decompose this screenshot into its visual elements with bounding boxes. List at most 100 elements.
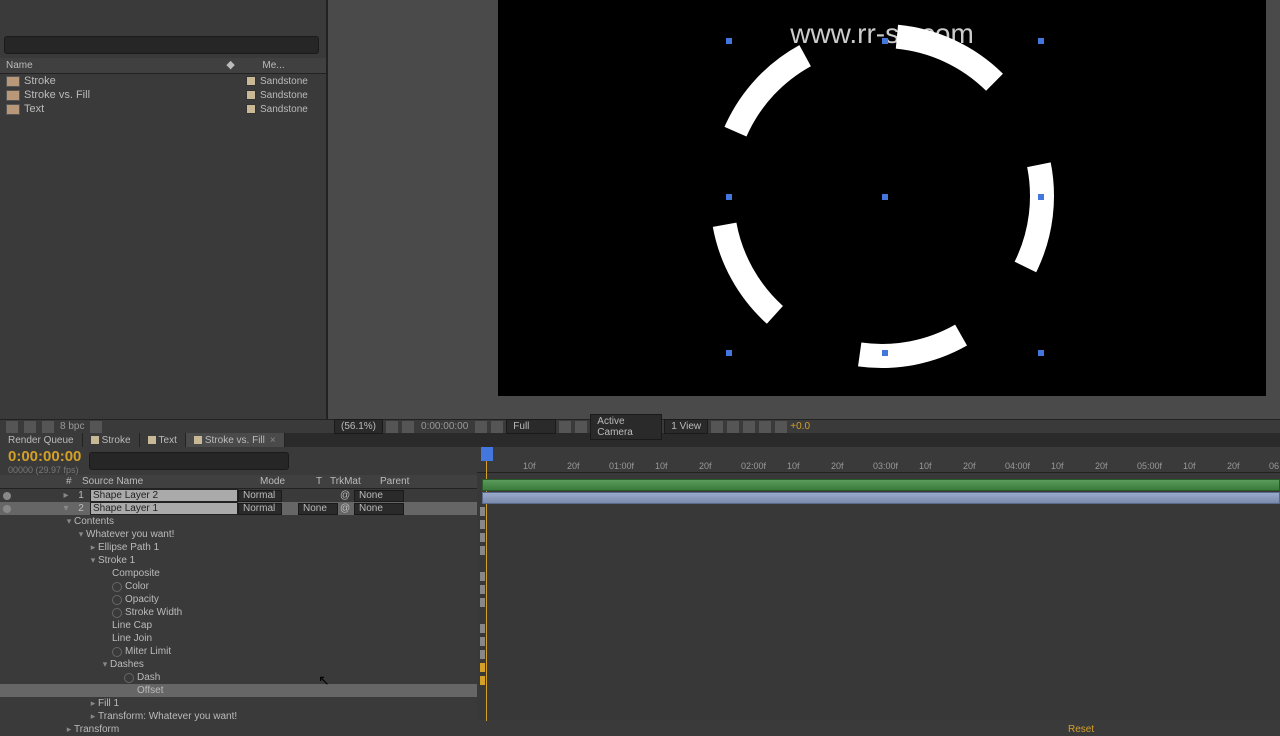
col-trkmat[interactable]: TrkMat <box>330 476 380 487</box>
time-ruler[interactable]: 10f 20f 01:00f 10f 20f 02:00f 10f 20f 03… <box>477 447 1280 473</box>
delete-icon[interactable] <box>90 421 102 433</box>
zoom-dropdown[interactable]: (56.1%) <box>334 419 383 434</box>
twirl-icon[interactable]: ▸ <box>60 490 72 501</box>
tab-text[interactable]: Text <box>140 433 186 447</box>
visibility-toggle[interactable] <box>3 492 11 500</box>
parent-dropdown[interactable]: None <box>354 490 404 502</box>
tab-stroke-vs-fill[interactable]: Stroke vs. Fill× <box>186 433 285 447</box>
twirl-icon[interactable]: ▾ <box>60 503 72 514</box>
snapshot-icon[interactable] <box>475 421 487 433</box>
col-source-name[interactable]: Source Name <box>80 476 260 487</box>
col-mode[interactable]: Mode <box>260 476 316 487</box>
bpc-label[interactable]: 8 bpc <box>60 421 84 432</box>
current-time-indicator[interactable] <box>481 447 493 461</box>
timeline-icon[interactable] <box>743 421 755 433</box>
preview-canvas[interactable]: www.rr-sc.com <box>498 0 1266 396</box>
layer-bar[interactable] <box>482 492 1280 504</box>
col-t[interactable]: T <box>316 476 330 487</box>
keyframe-marker[interactable] <box>480 676 485 685</box>
bbox-handle[interactable] <box>882 38 888 44</box>
bbox-handle[interactable] <box>1038 350 1044 356</box>
blend-mode-dropdown[interactable]: Normal <box>238 503 282 515</box>
ruler-tick: 01:00f <box>609 461 634 471</box>
twirl-icon[interactable]: ▸ <box>88 698 98 709</box>
col-type-icon[interactable] <box>241 58 261 73</box>
stopwatch-icon[interactable] <box>124 673 134 683</box>
parent-pickwhip-icon[interactable]: @ <box>340 503 354 514</box>
bbox-handle[interactable] <box>882 350 888 356</box>
new-folder-icon[interactable] <box>24 421 36 433</box>
visibility-toggle[interactable] <box>3 505 11 513</box>
blend-mode-dropdown[interactable]: Normal <box>238 490 282 502</box>
twirl-icon[interactable]: ▾ <box>100 659 110 670</box>
transparency-grid-icon[interactable] <box>575 421 587 433</box>
stopwatch-icon[interactable] <box>124 686 134 696</box>
keyframe-marker[interactable] <box>480 585 485 594</box>
grid-icon[interactable] <box>402 421 414 433</box>
ruler-tick: 04:00f <box>1005 461 1030 471</box>
keyframe-marker[interactable] <box>480 520 485 529</box>
twirl-icon[interactable]: ▾ <box>64 516 74 527</box>
stopwatch-icon[interactable] <box>112 608 122 618</box>
current-timecode[interactable]: 0:00:00:00 <box>8 448 81 465</box>
bbox-handle[interactable] <box>1038 38 1044 44</box>
keyframe-marker[interactable] <box>480 637 485 646</box>
tab-stroke[interactable]: Stroke <box>83 433 140 447</box>
keyframe-marker[interactable] <box>480 650 485 659</box>
interpret-footage-icon[interactable] <box>6 421 18 433</box>
twirl-icon[interactable]: ▸ <box>64 724 74 735</box>
channel-icon[interactable] <box>491 421 503 433</box>
project-item[interactable]: Text Sandstone <box>0 102 326 116</box>
col-name[interactable]: Name <box>0 58 221 73</box>
timeline-search-input[interactable] <box>89 452 289 470</box>
col-label-icon[interactable]: ◆ <box>221 58 241 73</box>
resolution-dropdown[interactable]: Full <box>506 419 556 434</box>
twirl-icon[interactable]: ▸ <box>88 542 98 553</box>
new-comp-icon[interactable] <box>42 421 54 433</box>
flowchart-icon[interactable] <box>759 421 771 433</box>
timeline-graph-area[interactable]: 10f 20f 01:00f 10f 20f 02:00f 10f 20f 03… <box>477 447 1280 720</box>
bbox-handle[interactable] <box>726 194 732 200</box>
close-icon[interactable]: × <box>270 435 276 446</box>
col-parent[interactable]: Parent <box>380 476 470 487</box>
keyframe-marker[interactable] <box>480 546 485 555</box>
col-meta[interactable]: Me... <box>260 58 326 73</box>
property-row[interactable]: ▸TransformReset <box>0 723 1280 736</box>
view-layout-dropdown[interactable]: 1 View <box>664 419 708 434</box>
stopwatch-icon[interactable] <box>112 647 122 657</box>
stopwatch-icon[interactable] <box>112 582 122 592</box>
keyframe-marker[interactable] <box>480 572 485 581</box>
twirl-icon[interactable]: ▾ <box>88 555 98 566</box>
keyframe-marker[interactable] <box>480 598 485 607</box>
preview-timecode[interactable]: 0:00:00:00 <box>417 421 472 432</box>
layer-bar[interactable] <box>482 479 1280 491</box>
keyframe-marker[interactable] <box>480 507 485 516</box>
project-item[interactable]: Stroke vs. Fill Sandstone <box>0 88 326 102</box>
parent-dropdown[interactable]: None <box>354 503 404 515</box>
camera-dropdown[interactable]: Active Camera <box>590 414 662 440</box>
parent-pickwhip-icon[interactable]: @ <box>340 490 354 501</box>
tab-render-queue[interactable]: Render Queue <box>0 433 83 447</box>
reset-exposure-icon[interactable] <box>775 421 787 433</box>
layer-name[interactable]: Shape Layer 1 <box>90 502 238 515</box>
keyframe-marker[interactable] <box>480 663 485 672</box>
fast-preview-icon[interactable] <box>727 421 739 433</box>
bbox-handle[interactable] <box>1038 194 1044 200</box>
twirl-icon[interactable]: ▸ <box>88 711 98 722</box>
bbox-handle[interactable] <box>726 350 732 356</box>
reset-link[interactable]: Reset <box>1068 724 1280 735</box>
stopwatch-icon[interactable] <box>112 595 122 605</box>
bbox-handle[interactable] <box>726 38 732 44</box>
pixel-aspect-icon[interactable] <box>711 421 723 433</box>
trkmat-dropdown[interactable]: None <box>298 503 338 515</box>
exposure-value[interactable]: +0.0 <box>790 421 810 432</box>
layer-name[interactable]: Shape Layer 2 <box>90 489 238 502</box>
keyframe-marker[interactable] <box>480 624 485 633</box>
project-search-input[interactable] <box>4 36 319 54</box>
twirl-icon[interactable]: ▾ <box>76 529 86 540</box>
roi-icon[interactable] <box>559 421 571 433</box>
resolution-icon[interactable] <box>386 421 398 433</box>
anchor-point[interactable] <box>882 194 888 200</box>
keyframe-marker[interactable] <box>480 533 485 542</box>
project-item[interactable]: Stroke Sandstone <box>0 74 326 88</box>
